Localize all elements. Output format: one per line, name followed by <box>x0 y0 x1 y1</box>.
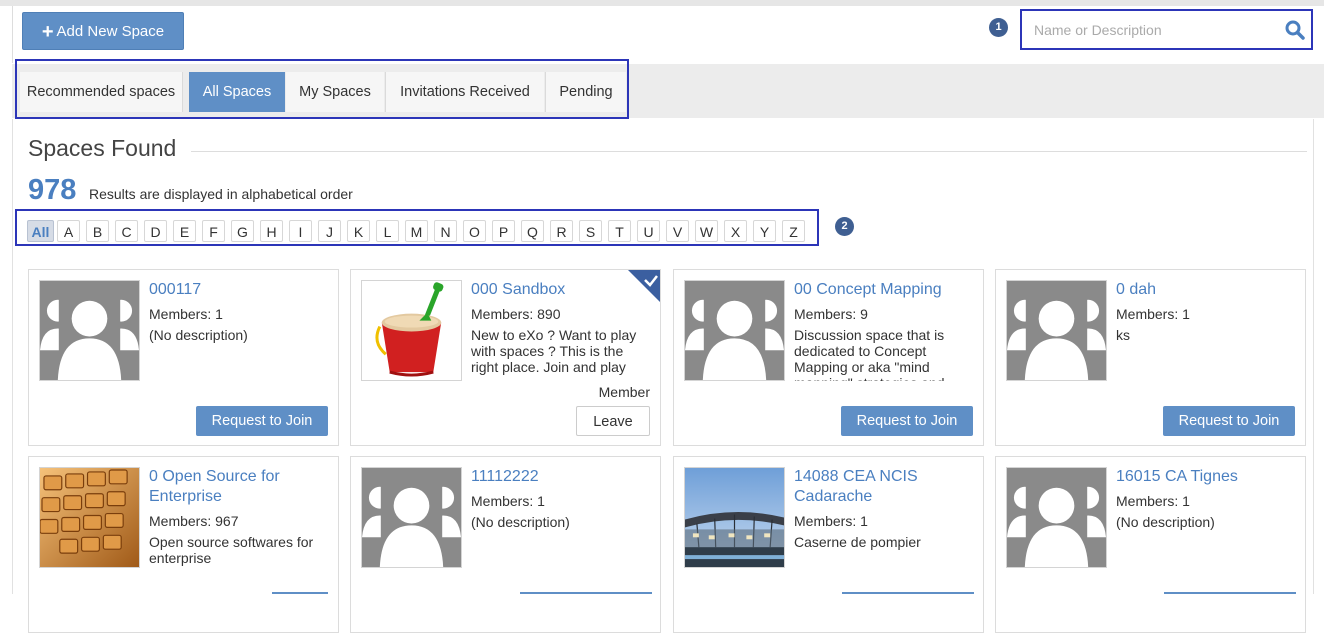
result-note: Results are displayed in alphabetical or… <box>89 186 353 202</box>
space-name-link[interactable]: 16015 CA Tignes <box>1116 467 1296 487</box>
space-members: Members: 967 <box>149 513 239 529</box>
space-avatar[interactable] <box>39 280 140 381</box>
space-name-link[interactable]: 000117 <box>149 280 329 300</box>
space-avatar[interactable] <box>361 467 462 568</box>
request-to-join-button[interactable]: Request to Join <box>841 406 973 436</box>
request-to-join-button[interactable]: Request to Join <box>196 406 328 436</box>
space-name-link[interactable]: 0 Open Source for Enterprise <box>149 467 329 507</box>
space-card: 00 Concept Mapping Members: 9 Discussion… <box>673 269 984 446</box>
add-new-space-label: Add New Space <box>56 23 165 40</box>
space-description: (No description) <box>471 514 570 530</box>
request-to-join-button[interactable]: Request to Join <box>1163 406 1295 436</box>
tabs-highlight-frame <box>15 59 629 119</box>
checkmark-corner-icon <box>628 270 660 302</box>
space-card: 11112222 Members: 1 (No description) <box>350 456 661 633</box>
space-avatar[interactable] <box>1006 280 1107 381</box>
space-card: 0 Open Source for Enterprise Members: 96… <box>28 456 339 633</box>
space-name-link[interactable]: 14088 CEA NCIS Cadarache <box>794 467 974 507</box>
space-card: 16015 CA Tignes Members: 1 (No descripti… <box>995 456 1306 633</box>
space-description: Caserne de pompier <box>794 534 921 550</box>
space-avatar[interactable] <box>684 280 785 381</box>
step-badge-2: 2 <box>835 217 854 236</box>
search-input[interactable] <box>1034 16 1274 44</box>
search-icon[interactable] <box>1285 20 1305 40</box>
space-card: 000117 Members: 1 (No description) Reque… <box>28 269 339 446</box>
space-members: Members: 890 <box>471 306 561 322</box>
space-card: 000 Sandbox Members: 890 New to eXo ? Wa… <box>350 269 661 446</box>
space-description: New to eXo ? Want to play with spaces ? … <box>471 327 637 375</box>
space-card: 14088 CEA NCIS Cadarache Members: 1 Case… <box>673 456 984 633</box>
space-avatar[interactable] <box>684 467 785 568</box>
step-badge-1: 1 <box>989 18 1008 37</box>
space-description: ks <box>1116 327 1130 343</box>
space-name-link[interactable]: 0 dah <box>1116 280 1296 300</box>
space-description: (No description) <box>1116 514 1215 530</box>
space-description: Discussion space that is dedicated to Co… <box>794 327 945 381</box>
space-avatar[interactable] <box>1006 467 1107 568</box>
membership-status: Member <box>598 384 650 400</box>
space-members: Members: 1 <box>1116 493 1190 509</box>
page-title: Spaces Found <box>28 135 177 161</box>
plus-icon: + <box>41 21 54 43</box>
space-members: Members: 1 <box>149 306 223 322</box>
space-description: (No description) <box>149 327 248 343</box>
search-box <box>1020 9 1313 50</box>
space-card: 0 dah Members: 1 ks Request to Join <box>995 269 1306 446</box>
space-avatar[interactable] <box>39 467 140 568</box>
space-members: Members: 1 <box>1116 306 1190 322</box>
space-members: Members: 1 <box>471 493 545 509</box>
space-members: Members: 9 <box>794 306 868 322</box>
leave-button[interactable]: Leave <box>576 406 650 436</box>
space-name-link[interactable]: 11112222 <box>471 467 651 487</box>
space-name-link[interactable]: 00 Concept Mapping <box>794 280 974 300</box>
space-name-link[interactable]: 000 Sandbox <box>471 280 651 300</box>
space-description: Open source softwares for enterprise <box>149 534 314 566</box>
alphabet-highlight-frame <box>15 209 819 246</box>
result-count: 978 <box>28 174 77 206</box>
space-members: Members: 1 <box>794 513 868 529</box>
title-divider <box>191 151 1307 152</box>
space-avatar[interactable] <box>361 280 462 381</box>
add-new-space-button[interactable]: + Add New Space <box>22 12 184 50</box>
